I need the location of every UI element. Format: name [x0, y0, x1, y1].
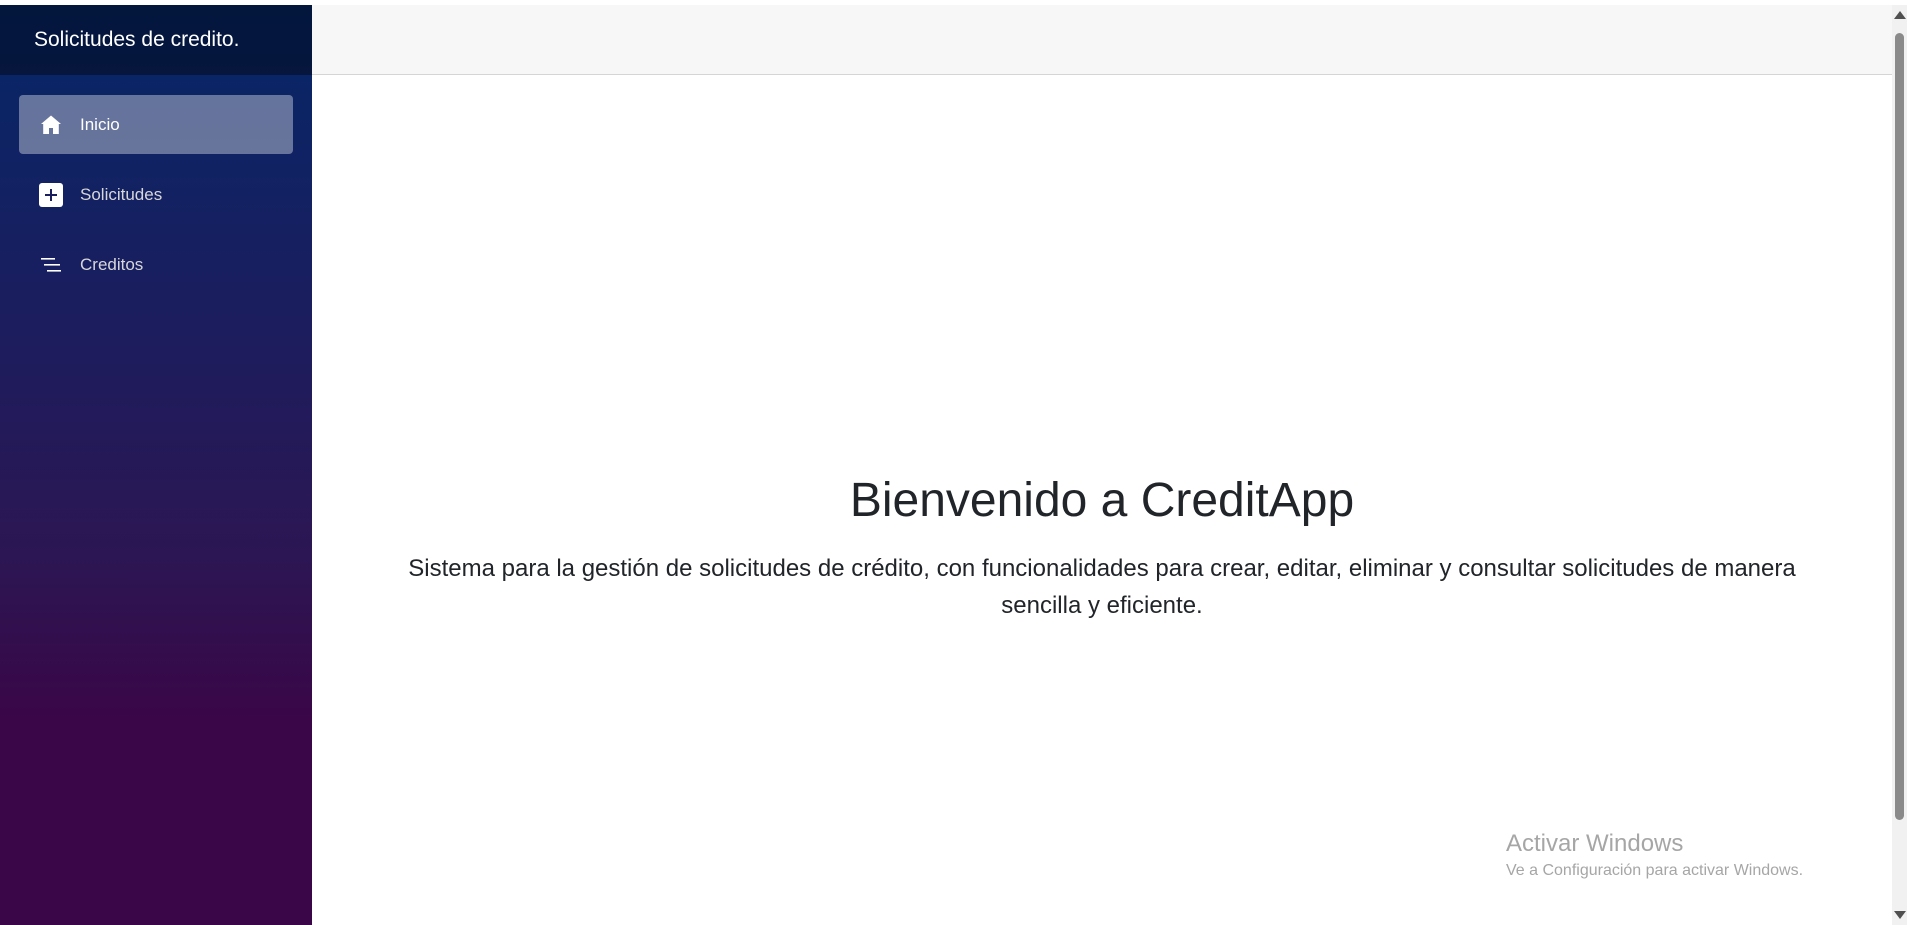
sidebar-item-label: Creditos — [80, 254, 144, 274]
vertical-scrollbar[interactable] — [1892, 5, 1907, 925]
sidebar-item-label: Solicitudes — [80, 184, 163, 204]
scroll-up-arrow-icon[interactable] — [1894, 11, 1906, 19]
windows-activation-watermark: Activar Windows Ve a Configuración para … — [1506, 829, 1803, 883]
brand-title: Solicitudes de credito. — [34, 28, 240, 51]
list-icon — [39, 253, 63, 277]
main-content: Bienvenido a CreditApp Sistema para la g… — [312, 75, 1892, 925]
sidebar-item-solicitudes[interactable]: Solicitudes — [19, 165, 293, 224]
sidebar-brand: Solicitudes de credito. — [0, 5, 312, 75]
scroll-thumb[interactable] — [1895, 33, 1904, 820]
page-description: Sistema para la gestión de solicitudes d… — [408, 555, 1796, 619]
sidebar-item-creditos[interactable]: Creditos — [19, 235, 293, 294]
sidebar-item-inicio[interactable]: Inicio — [19, 95, 293, 154]
sidebar-nav: Inicio Solicitudes Creditos — [0, 75, 312, 294]
sidebar-item-label: Inicio — [80, 114, 120, 134]
watermark-title: Activar Windows — [1506, 830, 1684, 857]
top-bar — [312, 5, 1892, 75]
home-icon — [39, 113, 63, 137]
page-title: Bienvenido a CreditApp — [849, 474, 1355, 527]
app-window: Solicitudes de credito. Inicio Solicitud… — [0, 0, 1907, 925]
sidebar: Solicitudes de credito. Inicio Solicitud… — [0, 5, 312, 925]
watermark-subtitle: Ve a Configuración para activar Windows. — [1506, 862, 1804, 879]
scroll-down-arrow-icon[interactable] — [1894, 911, 1906, 919]
plus-icon — [39, 182, 63, 207]
